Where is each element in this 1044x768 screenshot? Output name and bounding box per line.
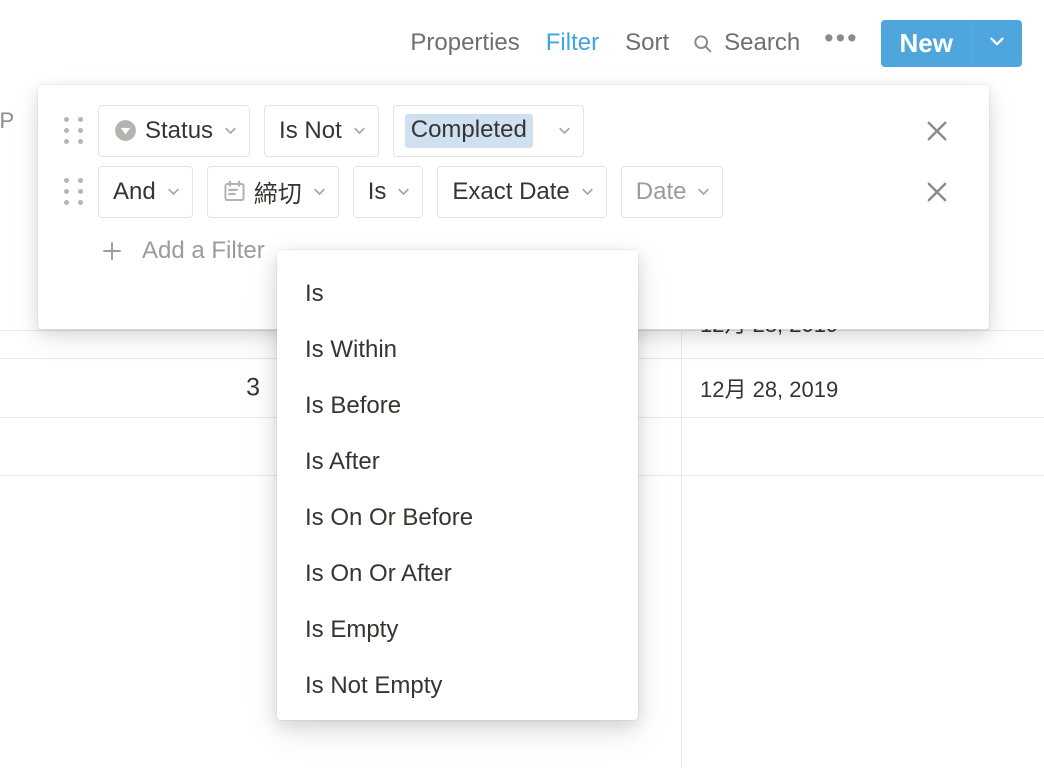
page-title-fragment: y P bbox=[0, 108, 15, 133]
filter-operator-label: Is Not bbox=[279, 116, 342, 144]
chevron-down-icon bbox=[309, 184, 327, 199]
menu-item-is-after[interactable]: Is After bbox=[277, 434, 638, 490]
toolbar-properties-button[interactable]: Properties bbox=[397, 31, 532, 55]
menu-item-is-not-empty[interactable]: Is Not Empty bbox=[277, 658, 638, 714]
calendar-property-icon bbox=[222, 179, 247, 204]
toolbar-search-button[interactable]: Search bbox=[682, 29, 812, 57]
new-button-group: New bbox=[880, 19, 1022, 67]
chevron-down-icon bbox=[986, 30, 1008, 57]
toolbar-search-label: Search bbox=[724, 29, 801, 56]
menu-item-is-on-or-before[interactable]: Is On Or Before bbox=[277, 490, 638, 546]
table-cell-number: 3 bbox=[246, 373, 260, 402]
drag-handle-icon[interactable] bbox=[60, 117, 86, 144]
operator-dropdown-menu: Is Is Within Is Before Is After Is On Or… bbox=[277, 250, 638, 720]
view-toolbar: Properties Filter Sort Search ••• New bbox=[0, 0, 1044, 86]
toolbar-more-button[interactable]: ••• bbox=[812, 25, 872, 61]
toolbar-filter-button[interactable]: Filter bbox=[533, 31, 612, 55]
remove-filter-button[interactable] bbox=[923, 117, 951, 145]
chevron-down-icon bbox=[577, 184, 595, 199]
filter-connector-select[interactable]: And bbox=[98, 165, 193, 218]
search-icon bbox=[692, 33, 713, 54]
filter-row: Status Is Not Completed bbox=[38, 100, 989, 161]
menu-item-is[interactable]: Is bbox=[277, 266, 638, 322]
chevron-down-icon bbox=[349, 123, 367, 138]
filter-operator-select[interactable]: Is bbox=[352, 165, 424, 218]
chevron-down-icon bbox=[220, 123, 238, 138]
remove-filter-button[interactable] bbox=[923, 178, 951, 206]
chevron-down-icon bbox=[163, 184, 181, 199]
filter-row: And 締切 Is Exact Date Date bbox=[38, 161, 989, 222]
chevron-down-icon bbox=[554, 123, 572, 138]
new-dropdown-button[interactable] bbox=[971, 19, 1022, 67]
menu-item-is-empty[interactable]: Is Empty bbox=[277, 602, 638, 658]
toolbar-sort-button[interactable]: Sort bbox=[612, 31, 682, 55]
filter-operator-select[interactable]: Is Not bbox=[264, 104, 379, 157]
select-property-icon bbox=[113, 118, 138, 143]
filter-date-value-label: Date bbox=[635, 177, 687, 205]
filter-connector-label: And bbox=[113, 177, 156, 205]
plus-icon bbox=[100, 239, 124, 263]
notion-database-view: y P 12月 28, 2019 3 12月 28, 2019 Properti… bbox=[0, 0, 1044, 768]
drag-handle-icon[interactable] bbox=[60, 178, 86, 205]
new-button[interactable]: New bbox=[880, 19, 971, 67]
filter-property-label: 締切 bbox=[253, 181, 302, 208]
filter-date-value-select[interactable]: Date bbox=[620, 165, 724, 218]
filter-property-select[interactable]: Status bbox=[98, 104, 251, 157]
menu-item-is-before[interactable]: Is Before bbox=[277, 378, 638, 434]
chevron-down-icon bbox=[393, 184, 411, 199]
filter-date-mode-select[interactable]: Exact Date bbox=[437, 165, 607, 218]
filter-value-select[interactable]: Completed bbox=[392, 104, 584, 157]
menu-item-is-within[interactable]: Is Within bbox=[277, 322, 638, 378]
menu-item-is-on-or-after[interactable]: Is On Or After bbox=[277, 546, 638, 602]
filter-date-mode-label: Exact Date bbox=[452, 177, 570, 205]
filter-value-pill: Completed bbox=[404, 113, 533, 148]
add-filter-label: Add a Filter bbox=[142, 237, 265, 264]
filter-operator-label: Is bbox=[367, 177, 387, 205]
filter-property-label: Status bbox=[145, 116, 214, 144]
chevron-down-icon bbox=[693, 184, 711, 199]
table-cell-date: 12月 28, 2019 bbox=[700, 377, 839, 402]
filter-property-select[interactable]: 締切 bbox=[206, 165, 339, 218]
